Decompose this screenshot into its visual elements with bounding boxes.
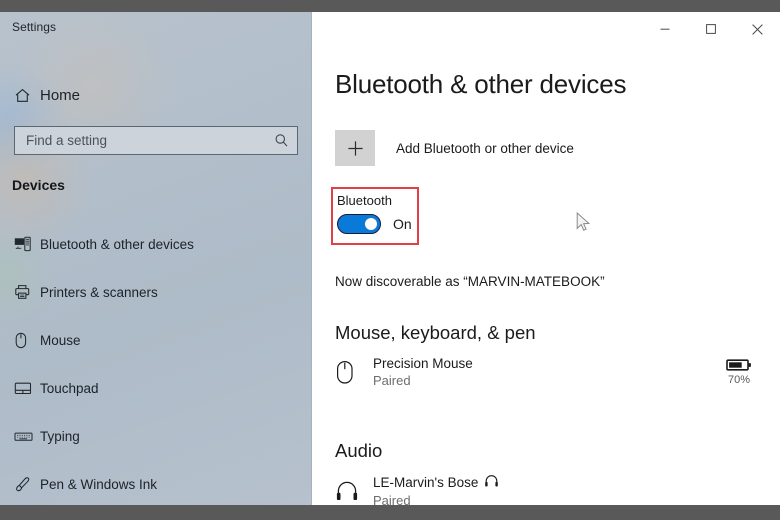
bluetooth-label: Bluetooth <box>337 193 392 208</box>
settings-window: Settings Home Find a setting Devices Blu… <box>0 12 780 505</box>
sidebar-group-label: Devices <box>12 177 65 193</box>
sidebar-item-label: Touchpad <box>40 380 99 396</box>
device-status: Paired <box>373 493 411 505</box>
toggle-knob <box>365 218 377 230</box>
discoverable-text: Now discoverable as “MARVIN-MATEBOOK” <box>335 274 605 289</box>
home-icon <box>14 87 40 104</box>
sidebar-item-label: Bluetooth & other devices <box>40 236 194 252</box>
printer-icon <box>14 284 40 300</box>
sidebar-item-home[interactable]: Home <box>0 78 312 112</box>
sidebar-item-label: Typing <box>40 428 80 444</box>
sidebar-item-label: Printers & scanners <box>40 284 158 300</box>
bluetooth-state-label: On <box>393 216 412 232</box>
device-name-text: Precision Mouse <box>373 356 473 371</box>
headphones-icon <box>335 480 373 502</box>
window-controls <box>642 12 780 46</box>
minimize-button[interactable] <box>642 12 688 46</box>
app-title: Settings <box>12 20 57 34</box>
mouse-icon <box>335 360 373 385</box>
section-heading-mouse-keyboard-pen: Mouse, keyboard, & pen <box>335 322 536 343</box>
pen-icon <box>14 476 40 493</box>
sidebar-item-printers-scanners[interactable]: Printers & scanners <box>0 275 312 309</box>
sidebar-item-pen-windows-ink[interactable]: Pen & Windows Ink <box>0 467 312 501</box>
bluetooth-toggle-row: On <box>337 214 412 234</box>
screenshot-root: Settings Home Find a setting Devices Blu… <box>0 0 780 520</box>
device-name: LE-Marvin's Bose <box>373 474 765 491</box>
navigation-pane: Settings Home Find a setting Devices Blu… <box>0 12 312 505</box>
sidebar-item-touchpad[interactable]: Touchpad <box>0 371 312 405</box>
letterbox-bottom <box>0 505 780 520</box>
keyboard-icon <box>14 430 40 443</box>
search-icon <box>274 133 289 148</box>
add-device-label: Add Bluetooth or other device <box>396 140 574 156</box>
search-input[interactable] <box>26 133 274 148</box>
sidebar-item-label: Home <box>40 86 81 104</box>
device-status: Paired <box>373 373 411 388</box>
battery-percent: 70% <box>727 374 751 386</box>
close-button[interactable] <box>734 12 780 46</box>
device-row-precision-mouse[interactable]: Precision Mouse Paired 70% <box>335 356 765 388</box>
section-heading-audio: Audio <box>335 440 383 461</box>
battery-icon <box>726 359 751 371</box>
content-pane: Bluetooth & other devices Add Bluetooth … <box>313 12 780 505</box>
device-text: LE-Marvin's Bose Paired <box>373 474 765 505</box>
sidebar-item-label: Mouse <box>40 332 81 348</box>
device-row-le-marvins-bose[interactable]: LE-Marvin's Bose Paired <box>335 474 765 505</box>
touchpad-icon <box>14 381 40 395</box>
bluetooth-devices-icon <box>14 236 40 252</box>
sidebar-item-label: Pen & Windows Ink <box>40 476 158 492</box>
mouse-icon <box>14 332 40 349</box>
device-name-text: LE-Marvin's Bose <box>373 475 479 490</box>
sidebar-item-bluetooth-other-devices[interactable]: Bluetooth & other devices <box>0 227 312 261</box>
sidebar-item-mouse[interactable]: Mouse <box>0 323 312 357</box>
page-title: Bluetooth & other devices <box>335 69 627 99</box>
sidebar-item-typing[interactable]: Typing <box>0 419 312 453</box>
headphones-icon <box>484 474 499 491</box>
device-name: Precision Mouse <box>373 356 713 371</box>
device-text: Precision Mouse Paired <box>373 356 713 388</box>
bluetooth-toggle-group: Bluetooth On <box>337 193 412 234</box>
add-bluetooth-device-button[interactable]: Add Bluetooth or other device <box>335 130 574 166</box>
battery-indicator: 70% <box>713 358 765 386</box>
plus-icon <box>335 130 375 166</box>
bluetooth-toggle[interactable] <box>337 214 381 234</box>
search-box[interactable] <box>14 126 298 155</box>
maximize-button[interactable] <box>688 12 734 46</box>
letterbox-top <box>0 0 780 12</box>
